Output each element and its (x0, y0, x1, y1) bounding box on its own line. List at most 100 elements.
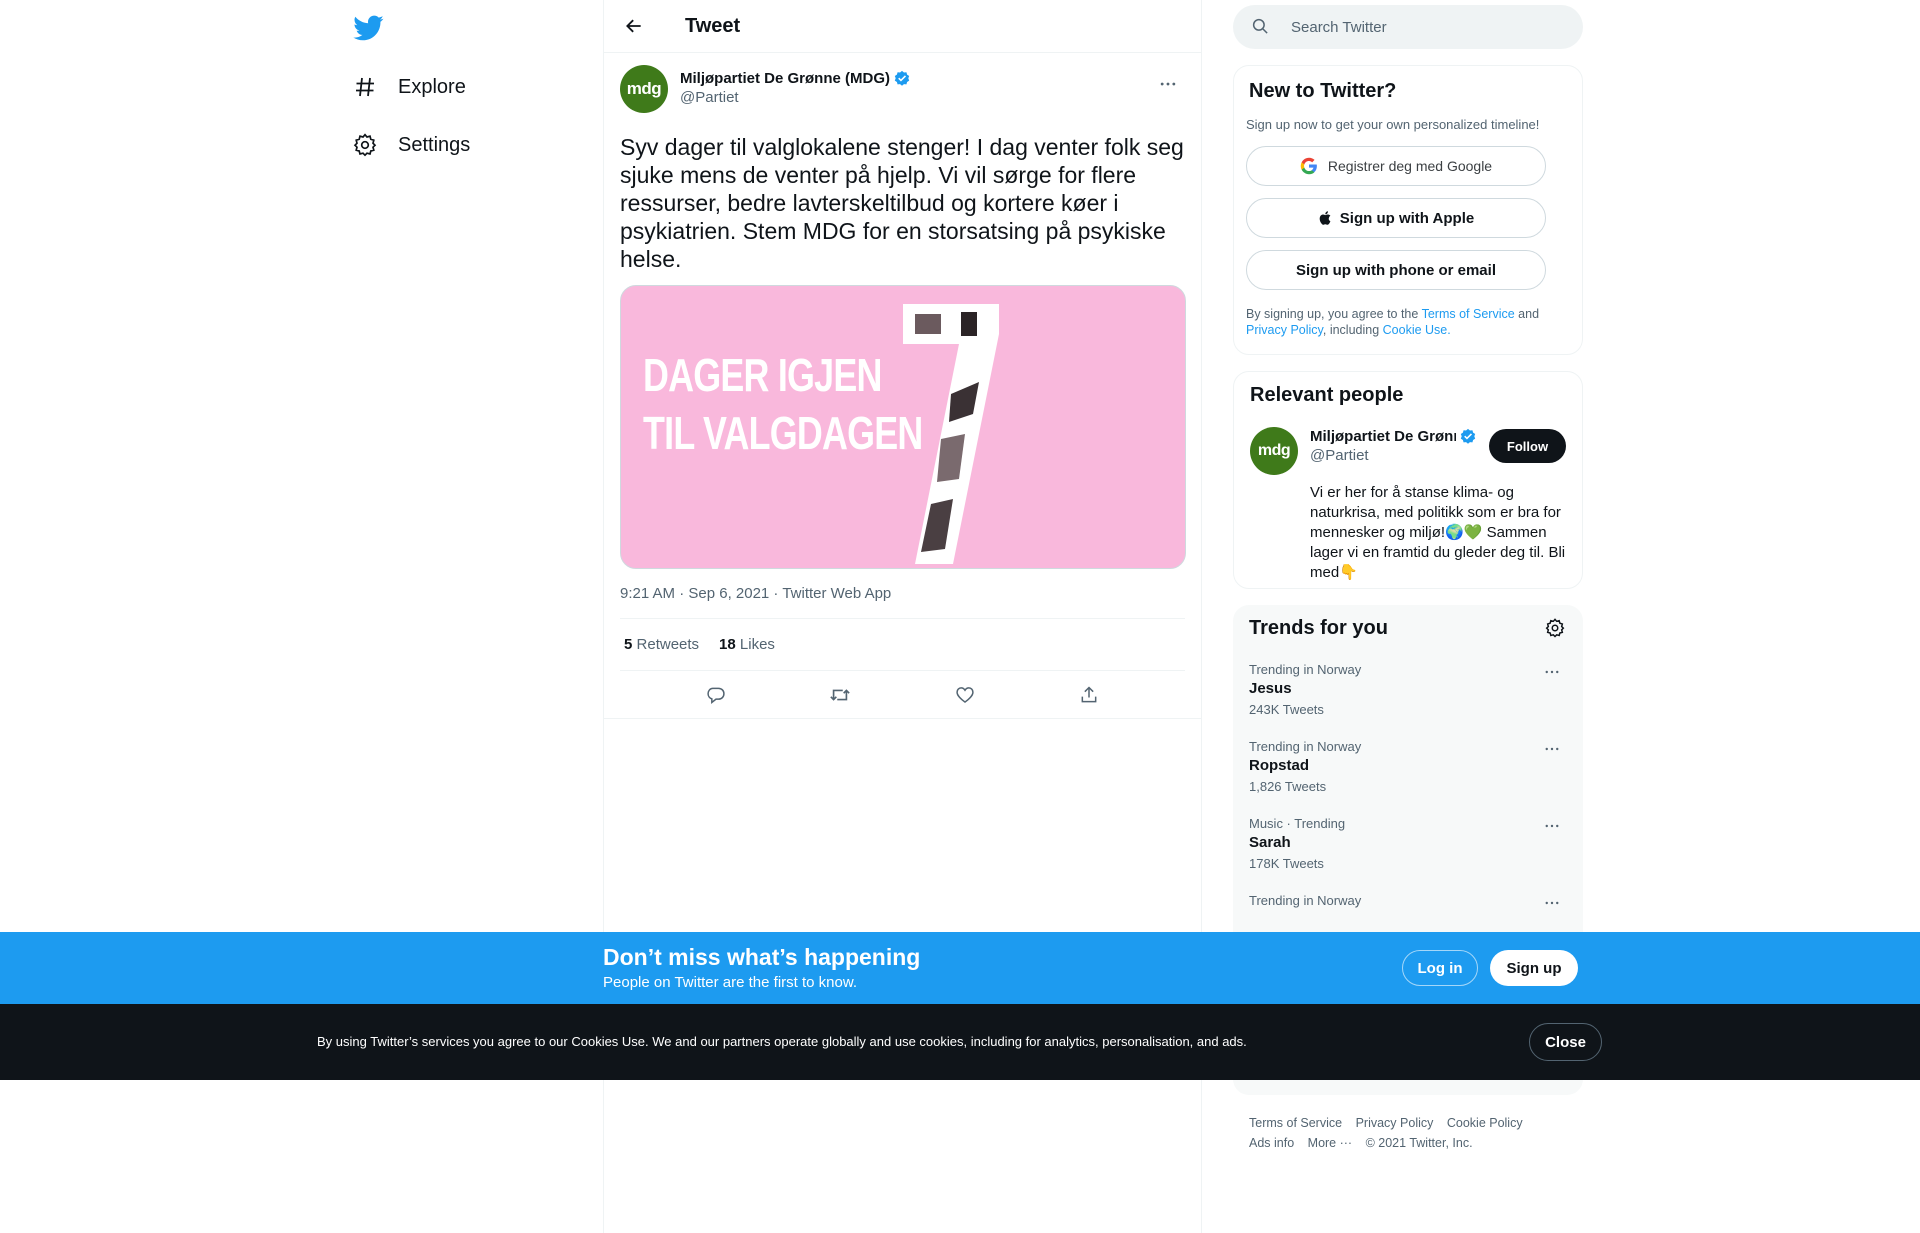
cookie-use-link[interactable]: Cookie Use. (1383, 323, 1451, 337)
trend-meta: Trending in Norway (1249, 893, 1362, 908)
promo-subtitle: People on Twitter are the first to know. (603, 974, 858, 991)
apple-icon (1318, 209, 1334, 227)
retweet-icon[interactable] (823, 678, 857, 712)
search-input[interactable] (1291, 18, 1551, 36)
trend-name: Sarah (1249, 834, 1291, 851)
likes-label: Likes (739, 636, 775, 653)
trend-name: Ropstad (1249, 757, 1309, 774)
login-button[interactable]: Log in (1402, 950, 1478, 986)
author-meta: Miljøpartiet De Grønne (MDG) @Partiet (680, 65, 911, 106)
footer-copyright: © 2021 Twitter, Inc. (1365, 1136, 1473, 1150)
avatar[interactable]: mdg (1250, 427, 1298, 475)
tweet-image[interactable]: DAGER IGJEN TIL VALGDAGEN (620, 285, 1186, 569)
footer-more-link[interactable]: More ··· (1308, 1136, 1352, 1150)
signup-legal: By signing up, you agree to the Terms of… (1246, 306, 1570, 338)
legal-including: , including (1322, 323, 1383, 337)
like-icon[interactable] (948, 678, 982, 712)
more-icon[interactable] (1537, 891, 1567, 915)
trend-count: 178K Tweets (1249, 856, 1324, 871)
twitter-logo-icon[interactable] (352, 12, 384, 44)
legal-prefix: By signing up, you agree to the (1246, 307, 1422, 321)
trend-meta: Trending in Norway (1249, 739, 1362, 754)
gear-icon[interactable] (1545, 617, 1567, 640)
nav-explore-label: Explore (398, 75, 466, 98)
relevant-people-title: Relevant people (1250, 384, 1404, 406)
login-promo-bar: Don’t miss what’s happening People on Tw… (0, 932, 1920, 1004)
more-icon[interactable] (1537, 814, 1567, 838)
image-number-seven (903, 304, 999, 564)
author-name[interactable]: Miljøpartiet De Grønne (MDG) (680, 70, 890, 87)
google-signup-button[interactable]: Registrer deg med Google (1246, 146, 1546, 186)
apple-signup-button[interactable]: Sign up with Apple (1246, 198, 1546, 238)
trend-item[interactable]: Trending in Norway Ropstad 1,826 Tweets (1249, 739, 1567, 794)
tweet-author: mdg Miljøpartiet De Grønne (MDG) @Partie… (620, 65, 1185, 121)
follow-button[interactable]: Follow (1489, 429, 1566, 463)
tweet-actions (604, 671, 1201, 719)
terms-link[interactable]: Terms of Service (1422, 307, 1515, 321)
footer-cookie-link[interactable]: Cookie Policy (1447, 1116, 1523, 1130)
trend-count: 1,826 Tweets (1249, 779, 1327, 794)
likes-count: 18 (719, 636, 736, 653)
nav-settings[interactable]: Settings (352, 120, 470, 170)
cookie-text: By using Twitter’s services you agree to… (317, 1034, 1247, 1049)
more-icon[interactable] (1537, 660, 1567, 684)
person-name: Miljøpartiet De Grønne (MDG) (1310, 427, 1456, 445)
signup-button[interactable]: Sign up (1490, 950, 1578, 986)
nav-explore[interactable]: Explore (352, 62, 466, 112)
retweets-count: 5 (624, 636, 633, 653)
person-name-row[interactable]: Miljøpartiet De Grønne (MDG) (1310, 427, 1490, 445)
reply-icon[interactable] (699, 678, 733, 712)
google-signup-label: Registrer deg med Google (1327, 158, 1493, 174)
author-handle[interactable]: @Partiet (680, 89, 911, 106)
relevant-people-card: Relevant people mdg Miljøpartiet De Grøn… (1233, 371, 1583, 589)
signup-subtitle: Sign up now to get your own personalized… (1246, 117, 1540, 132)
footer-links: Terms of Service Privacy Policy Cookie P… (1249, 1113, 1569, 1153)
signup-title: New to Twitter? (1249, 80, 1397, 102)
tweet: mdg Miljøpartiet De Grønne (MDG) @Partie… (604, 53, 1201, 719)
trends-title: Trends for you (1249, 617, 1388, 639)
person-handle[interactable]: @Partiet (1310, 447, 1490, 464)
person-meta: Miljøpartiet De Grønne (MDG) @Partiet (1310, 427, 1490, 475)
verified-icon (1459, 427, 1477, 445)
retweets-label: Retweets (636, 636, 700, 653)
image-text-line1: DAGER IGJEN (643, 349, 882, 401)
tweet-stats: 5 Retweets 18 Likes (620, 619, 1185, 671)
cookie-banner: By using Twitter’s services you agree to… (0, 1004, 1920, 1080)
trends-header: Trends for you (1249, 617, 1567, 640)
trend-item[interactable]: Trending in Norway (1249, 893, 1567, 908)
footer-row-2: Ads info More ··· © 2021 Twitter, Inc. (1249, 1133, 1569, 1153)
footer-ads-link[interactable]: Ads info (1249, 1136, 1294, 1150)
trend-count: 243K Tweets (1249, 702, 1324, 717)
tweet-text: Syv dager til valglokalene stenger! I da… (620, 134, 1184, 272)
author-name-row[interactable]: Miljøpartiet De Grønne (MDG) (680, 69, 911, 87)
promo-title: Don’t miss what’s happening (603, 944, 921, 970)
person-bio: Vi er her for å stanse klima- og naturkr… (1310, 484, 1566, 581)
search-bar[interactable] (1233, 5, 1583, 49)
footer-terms-link[interactable]: Terms of Service (1249, 1116, 1342, 1130)
likes-stat[interactable]: 18 Likes (719, 636, 775, 653)
cookie-close-button[interactable]: Close (1529, 1023, 1602, 1061)
hashtag-icon (352, 74, 378, 100)
search-icon (1251, 17, 1271, 37)
trend-item[interactable]: Music · Trending Sarah 178K Tweets (1249, 816, 1567, 871)
avatar[interactable]: mdg (620, 65, 668, 113)
retweets-stat[interactable]: 5 Retweets (624, 636, 699, 653)
tweet-timestamp[interactable]: 9:21 AM · Sep 6, 2021 · Twitter Web App (620, 585, 1185, 619)
more-icon[interactable] (1537, 737, 1567, 761)
trend-item[interactable]: Trending in Norway Jesus 243K Tweets (1249, 662, 1567, 717)
share-icon[interactable] (1072, 678, 1106, 712)
back-arrow-icon[interactable] (616, 8, 652, 44)
footer-row-1: Terms of Service Privacy Policy Cookie P… (1249, 1113, 1569, 1133)
signup-card: New to Twitter? Sign up now to get your … (1233, 65, 1583, 355)
legal-and: and (1514, 307, 1540, 321)
footer-privacy-link[interactable]: Privacy Policy (1356, 1116, 1434, 1130)
phone-signup-button[interactable]: Sign up with phone or email (1246, 250, 1546, 290)
gear-icon (352, 132, 378, 158)
person-row[interactable]: mdg Miljøpartiet De Grønne (MDG) @Partie… (1250, 427, 1566, 475)
privacy-link[interactable]: Privacy Policy (1246, 323, 1323, 337)
main-header: Tweet (604, 0, 1201, 53)
more-icon[interactable] (1151, 67, 1185, 101)
verified-icon (893, 69, 911, 87)
google-icon (1300, 157, 1318, 175)
phone-signup-label: Sign up with phone or email (1295, 261, 1496, 279)
